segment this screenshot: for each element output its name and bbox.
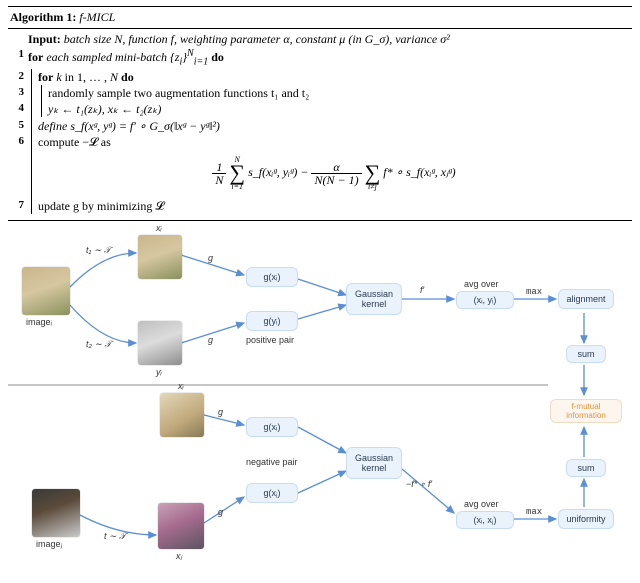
line-number: 7 xyxy=(10,198,24,213)
line-number: 3 xyxy=(10,85,24,100)
avg-over-neg: avg over xyxy=(464,499,499,509)
node-sum-top: sum xyxy=(566,345,606,363)
g-label-1: g xyxy=(208,253,213,263)
negative-pair-label: negative pair xyxy=(246,457,298,467)
line-number: 5 xyxy=(10,118,24,133)
algorithm-block: Algorithm 1: f-MICL Input: batch size N,… xyxy=(8,6,632,221)
algo-formula: 1N N∑i=1 s_f(xᵢᵍ, yᵢᵍ) − αN(N − 1) ∑i≠j … xyxy=(38,150,630,198)
algo-line-7: update g by minimizing 𝓛 xyxy=(38,198,630,214)
avg-over-pos: avg over xyxy=(464,279,499,289)
algo-line-5: define s_f(xᵍ, yᵍ) = f′ ∘ G_σ(‖xᵍ − yᵍ‖²… xyxy=(38,118,630,134)
architecture-diagram: imageᵢ xᵢ yᵢ t₁ ∼ 𝒯 t₂ ∼ 𝒯 g g g(xᵢ) g(y… xyxy=(8,235,632,575)
input-text: batch size N, function f, weighting para… xyxy=(64,32,450,46)
node-alignment: alignment xyxy=(558,289,614,309)
xi-label: xᵢ xyxy=(156,223,162,233)
xi-bottom-label: xᵢ xyxy=(178,381,184,391)
algorithm-title: Algorithm 1: f-MICL xyxy=(8,9,632,29)
t1-label: t₁ ∼ 𝒯 xyxy=(86,245,111,256)
line-number: 1 xyxy=(10,47,24,62)
positive-pair-label: positive pair xyxy=(246,335,294,345)
max-pos: max xyxy=(526,287,542,297)
image-i-label: imageᵢ xyxy=(26,317,52,327)
image-yi xyxy=(138,321,182,365)
max-neg: max xyxy=(526,507,542,517)
node-fmi: f-mutual information xyxy=(550,399,622,423)
image-xi xyxy=(138,235,182,279)
algorithm-header-prefix: Algorithm 1: xyxy=(10,10,76,24)
image-i xyxy=(22,267,70,315)
node-gxi-bottom: g(xᵢ) xyxy=(246,417,298,437)
line-number: 2 xyxy=(10,69,24,84)
yi-label: yᵢ xyxy=(156,367,162,377)
xj-label: xⱼ xyxy=(176,551,182,562)
g-label-4: g xyxy=(218,507,223,517)
algo-line-4: yₖ ← t₁(zₖ), xₖ ← t₂(zₖ) xyxy=(48,101,630,117)
line-number: 4 xyxy=(10,101,24,116)
node-pair-pos: (xᵢ, yᵢ) xyxy=(456,291,514,309)
fprime-label: f′ xyxy=(420,285,424,295)
image-j-label: imageⱼ xyxy=(36,539,62,550)
input-label: Input: xyxy=(28,32,61,46)
algorithm-header-name: f-MICL xyxy=(79,10,115,24)
node-gaussian-pos: Gaussian kernel xyxy=(346,283,402,315)
node-gxj: g(xⱼ) xyxy=(246,483,298,503)
algorithm-body: Input: batch size N, function f, weighti… xyxy=(8,29,632,218)
node-gaussian-neg: Gaussian kernel xyxy=(346,447,402,479)
line-number: 6 xyxy=(10,134,24,149)
g-label-3: g xyxy=(218,407,223,417)
node-sum-bottom: sum xyxy=(566,459,606,477)
g-label-2: g xyxy=(208,335,213,345)
mfprime-label: −f* ∘ f′ xyxy=(406,479,432,490)
image-xi-bottom xyxy=(160,393,204,437)
t2-label: t₂ ∼ 𝒯 xyxy=(86,339,111,350)
algo-line-3: randomly sample two augmentation functio… xyxy=(48,85,630,101)
node-uniformity: uniformity xyxy=(558,509,614,529)
node-pair-neg: (xᵢ, xⱼ) xyxy=(456,511,514,529)
arrow-layer xyxy=(8,235,632,575)
algo-line-6: compute −𝓛 as xyxy=(38,134,630,150)
image-xj xyxy=(158,503,204,549)
node-gxi: g(xᵢ) xyxy=(246,267,298,287)
t-label: t ∼ 𝒯 xyxy=(104,531,126,542)
node-gyi: g(yᵢ) xyxy=(246,311,298,331)
image-j xyxy=(32,489,80,537)
